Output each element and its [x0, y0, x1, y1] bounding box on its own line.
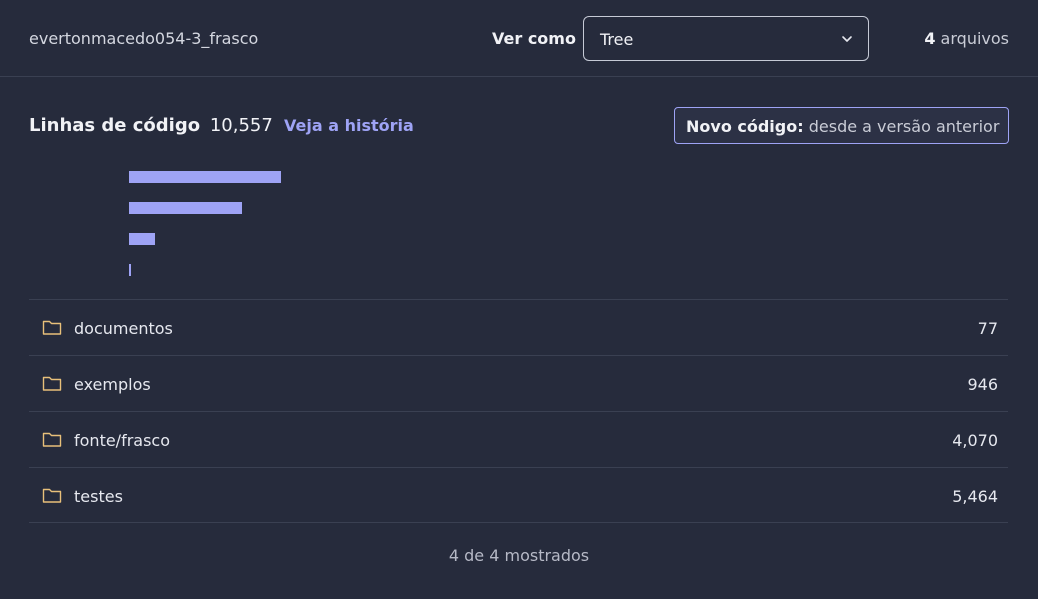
chevron-down-icon — [842, 36, 852, 42]
file-count-label: arquivos — [935, 29, 1009, 48]
folder-icon — [42, 320, 62, 335]
view-as-label: Ver como — [492, 29, 576, 48]
lines-of-code-bar-chart — [129, 171, 289, 281]
row-name: fonte/frasco — [74, 431, 171, 450]
view-mode-select[interactable]: Tree — [583, 16, 869, 61]
new-code-value: desde a versão anterior — [803, 117, 1000, 136]
row-name: exemplos — [74, 375, 151, 394]
file-count: 4 arquivos — [924, 29, 1009, 48]
view-mode-value: Tree — [600, 30, 634, 49]
row-count: 5,464 — [952, 487, 998, 506]
row-count: 77 — [977, 319, 998, 338]
lines-of-code-summary: Linhas de código 10,557 — [29, 115, 273, 136]
see-history-link[interactable]: Veja a história — [284, 116, 414, 135]
bar-fonte-frasco — [129, 202, 242, 214]
top-bar: evertonmacedo054-3_frasco Ver como Tree … — [0, 0, 1038, 77]
table-row[interactable]: exemplos 946 — [29, 355, 1008, 411]
bar-exemplos — [129, 233, 155, 245]
folder-icon — [42, 488, 62, 503]
folder-icon — [42, 432, 62, 447]
project-name: evertonmacedo054-3_frasco — [29, 29, 259, 48]
folder-icon — [42, 376, 62, 391]
row-count: 946 — [967, 375, 998, 394]
file-count-number: 4 — [924, 29, 936, 48]
row-name: documentos — [74, 319, 173, 338]
row-name: testes — [74, 487, 123, 506]
table-row[interactable]: testes 5,464 — [29, 467, 1008, 523]
lines-of-code-title: Linhas de código — [29, 115, 201, 136]
new-code-badge[interactable]: Novo código: desde a versão anterior — [674, 107, 1009, 144]
table-row[interactable]: fonte/frasco 4,070 — [29, 411, 1008, 467]
bar-documentos — [129, 264, 131, 276]
lines-of-code-value: 10,557 — [209, 115, 273, 136]
files-table: documentos 77 exemplos 946 fonte/frasco … — [29, 299, 1008, 523]
bar-testes — [129, 171, 281, 183]
table-row[interactable]: documentos 77 — [29, 299, 1008, 355]
shown-count: 4 de 4 mostrados — [448, 546, 590, 565]
new-code-label: Novo código: — [686, 117, 804, 136]
row-count: 4,070 — [952, 431, 998, 450]
